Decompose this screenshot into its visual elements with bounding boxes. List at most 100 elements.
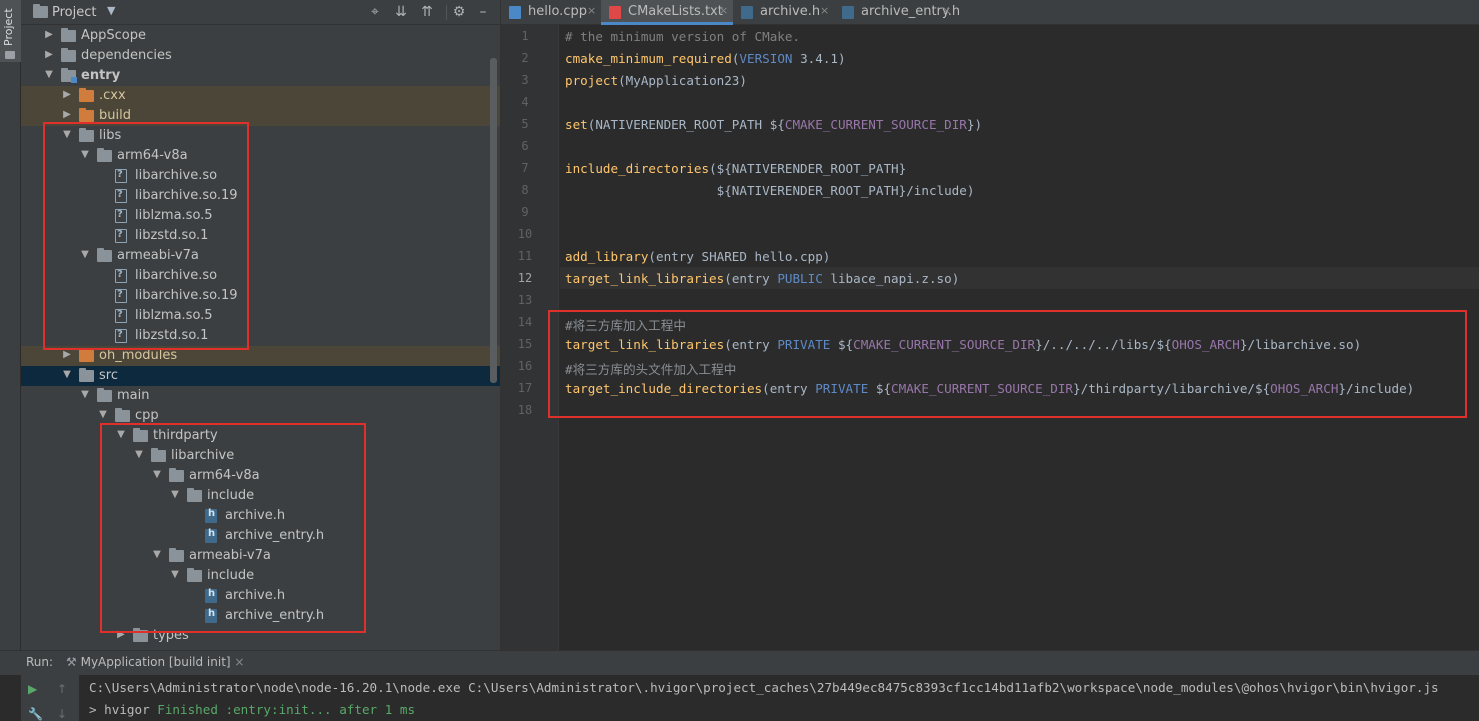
line-number: 15 — [517, 337, 533, 351]
chevron-down-icon[interactable]: ▼ — [107, 4, 115, 17]
code-token: libace_napi.z.so) — [822, 271, 960, 286]
close-icon[interactable]: × — [234, 655, 244, 669]
tree-file[interactable]: libarchive.so.19 — [21, 286, 500, 306]
tree-item-label: libzstd.so.1 — [135, 328, 209, 343]
tree-item-label: libzstd.so.1 — [135, 228, 209, 243]
tree-oh-modules[interactable]: ▶ oh_modules — [21, 346, 500, 366]
chevron-down-icon[interactable]: ▼ — [151, 549, 163, 560]
chevron-down-icon[interactable]: ▼ — [151, 469, 163, 480]
code-line: include_directories(${NATIVERENDER_ROOT_… — [565, 161, 906, 176]
file-type-icon — [741, 6, 753, 19]
minimize-icon[interactable]: – — [474, 3, 492, 21]
chevron-down-icon[interactable]: ▼ — [169, 489, 181, 500]
tree-header-file[interactable]: archive.h — [21, 506, 500, 526]
tree-header-file[interactable]: archive_entry.h — [21, 606, 500, 626]
project-view-selector[interactable]: Project — [52, 5, 96, 20]
tree-tp-arm64[interactable]: ▼ arm64-v8a — [21, 466, 500, 486]
project-panel: Project ▼ ⌖ ⇊ ⇈ ⚙ – ▶ AppScope ▶ dependenci… — [21, 0, 500, 650]
project-tool-tab[interactable]: Project — [0, 0, 21, 62]
tree-header-file[interactable]: archive.h — [21, 586, 500, 606]
chevron-right-icon[interactable]: ▶ — [43, 29, 55, 40]
chevron-down-icon[interactable]: ▼ — [79, 389, 91, 400]
code-line: set(NATIVERENDER_ROOT_PATH ${CMAKE_CURRE… — [565, 117, 982, 132]
code-token: (entry — [724, 337, 778, 352]
code-token: add_library — [565, 249, 649, 264]
tree-main[interactable]: ▼ main — [21, 386, 500, 406]
project-scrollbar[interactable] — [490, 58, 497, 383]
chevron-right-icon[interactable]: ▶ — [115, 629, 127, 640]
tree-header-file[interactable]: archive_entry.h — [21, 526, 500, 546]
tree-cpp[interactable]: ▼ cpp — [21, 406, 500, 426]
tree-include[interactable]: ▼ include — [21, 566, 500, 586]
wrench-icon[interactable]: 🔧 — [28, 707, 43, 721]
chevron-down-icon[interactable]: ▼ — [133, 449, 145, 460]
tree-libs-arm64[interactable]: ▼ arm64-v8a — [21, 146, 500, 166]
tree-file[interactable]: libzstd.so.1 — [21, 226, 500, 246]
code-token: }/thirdparty/libarchive/${ — [1073, 381, 1271, 396]
console-status-prefix: > hvigor — [89, 702, 158, 717]
chevron-down-icon[interactable]: ▼ — [169, 569, 181, 580]
chevron-down-icon[interactable]: ▼ — [43, 69, 55, 80]
tree-tp-armeabi[interactable]: ▼ armeabi-v7a — [21, 546, 500, 566]
arrow-up-icon[interactable]: ↑ — [57, 682, 67, 696]
editor-tab[interactable]: archive.h × — [733, 0, 834, 25]
line-number-gutter: 1 2 3 4 5 6 7 8 9 10 11 12 13 14 15 16 17 18 — [501, 25, 559, 650]
run-panel-header: Run: ⚒ MyApplication [build init] × — [0, 651, 1479, 675]
tree-appscope[interactable]: ▶ AppScope — [21, 26, 500, 46]
chevron-right-icon[interactable]: ▶ — [43, 49, 55, 60]
tree-file[interactable]: libzstd.so.1 — [21, 326, 500, 346]
close-icon[interactable]: × — [942, 4, 951, 17]
code-token: project — [565, 73, 619, 88]
run-config-tab[interactable]: ⚒ MyApplication [build init] × — [66, 655, 244, 669]
tree-file[interactable]: liblzma.so.5 — [21, 206, 500, 226]
chevron-down-icon[interactable]: ▼ — [115, 429, 127, 440]
chevron-right-icon[interactable]: ▶ — [61, 89, 73, 100]
collapse-all-icon[interactable]: ⇈ — [418, 3, 436, 21]
tree-file[interactable]: liblzma.so.5 — [21, 306, 500, 326]
chevron-down-icon[interactable]: ▼ — [79, 149, 91, 160]
tree-thirdparty[interactable]: ▼ thirdparty — [21, 426, 500, 446]
code-token: PUBLIC — [777, 271, 823, 286]
unknown-file-icon — [115, 169, 127, 184]
tree-file[interactable]: libarchive.so.19 — [21, 186, 500, 206]
tree-dependencies[interactable]: ▶ dependencies — [21, 46, 500, 66]
chevron-down-icon[interactable]: ▼ — [61, 369, 73, 380]
arrow-down-icon[interactable]: ↓ — [57, 707, 67, 721]
tree-include[interactable]: ▼ include — [21, 486, 500, 506]
play-icon[interactable]: ▶ — [28, 682, 37, 696]
chevron-down-icon[interactable]: ▼ — [79, 249, 91, 260]
code-token: ${ — [830, 337, 854, 352]
close-icon[interactable]: × — [820, 4, 829, 17]
tree-libs-armeabi[interactable]: ▼ armeabi-v7a — [21, 246, 500, 266]
tree-item-label: liblzma.so.5 — [135, 308, 213, 323]
editor-tab[interactable]: CMakeLists.txt × — [601, 0, 733, 25]
tree-cxx[interactable]: ▶ .cxx — [21, 86, 500, 106]
chevron-down-icon[interactable]: ▼ — [61, 129, 73, 140]
crosshair-icon[interactable]: ⌖ — [366, 3, 384, 21]
tree-entry[interactable]: ▼ entry — [21, 66, 500, 86]
tree-types[interactable]: ▶ types — [21, 626, 500, 646]
code-token: OHOS_ARCH — [1270, 381, 1339, 396]
tree-src[interactable]: ▼ src — [21, 366, 500, 386]
code-line: target_include_directories(entry PRIVATE… — [565, 381, 1414, 396]
tree-item-label: libarchive.so.19 — [135, 288, 238, 303]
chevron-right-icon[interactable]: ▶ — [61, 349, 73, 360]
close-icon[interactable]: × — [587, 4, 596, 17]
tree-build[interactable]: ▶ build — [21, 106, 500, 126]
tree-file[interactable]: libarchive.so — [21, 166, 500, 186]
gear-icon[interactable]: ⚙ — [450, 3, 468, 21]
editor-tab[interactable]: archive_entry.h × — [834, 0, 960, 25]
tree-libarchive[interactable]: ▼ libarchive — [21, 446, 500, 466]
editor-tab[interactable]: hello.cpp × — [501, 0, 601, 25]
chevron-right-icon[interactable]: ▶ — [61, 109, 73, 120]
code-line: add_library(entry SHARED hello.cpp) — [565, 249, 830, 264]
header-divider — [446, 5, 447, 20]
tree-file[interactable]: libarchive.so — [21, 266, 500, 286]
tree-item-label: build — [99, 108, 131, 123]
line-number: 6 — [521, 139, 529, 153]
tree-libs[interactable]: ▼ libs — [21, 126, 500, 146]
unknown-file-icon — [115, 329, 127, 344]
expand-all-icon[interactable]: ⇊ — [392, 3, 410, 21]
close-icon[interactable]: × — [719, 4, 728, 17]
chevron-down-icon[interactable]: ▼ — [97, 409, 109, 420]
